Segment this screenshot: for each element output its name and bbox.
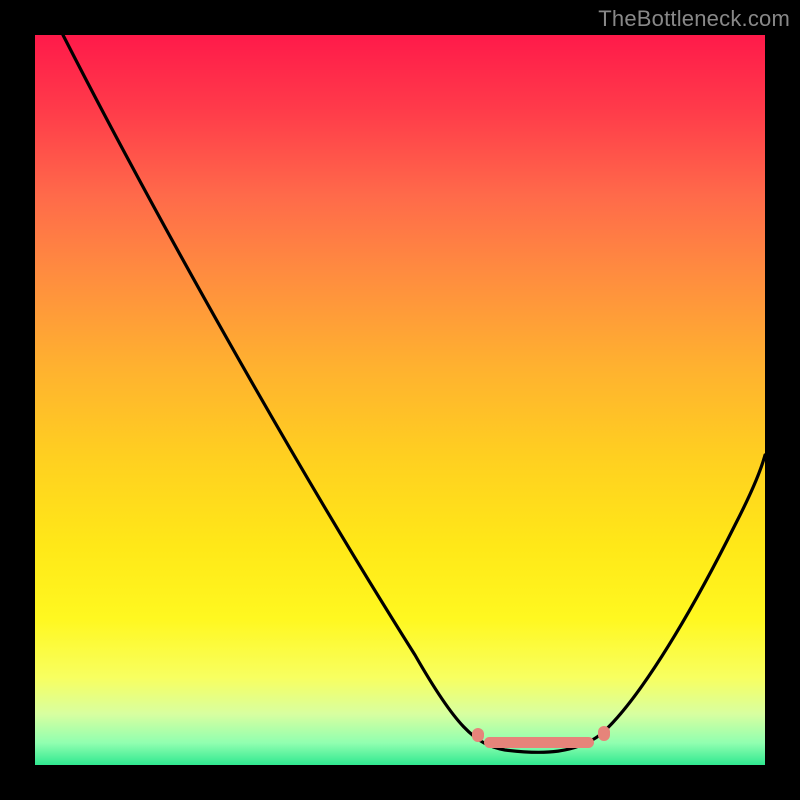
optimal-marker-right-cap (598, 726, 610, 741)
optimal-marker-bar (484, 737, 594, 748)
watermark-text: TheBottleneck.com (598, 6, 790, 32)
chart-frame: TheBottleneck.com (0, 0, 800, 800)
optimal-marker-left-cap (472, 728, 484, 742)
bottleneck-curve (35, 35, 765, 765)
curve-path (63, 35, 765, 752)
plot-area (35, 35, 765, 765)
